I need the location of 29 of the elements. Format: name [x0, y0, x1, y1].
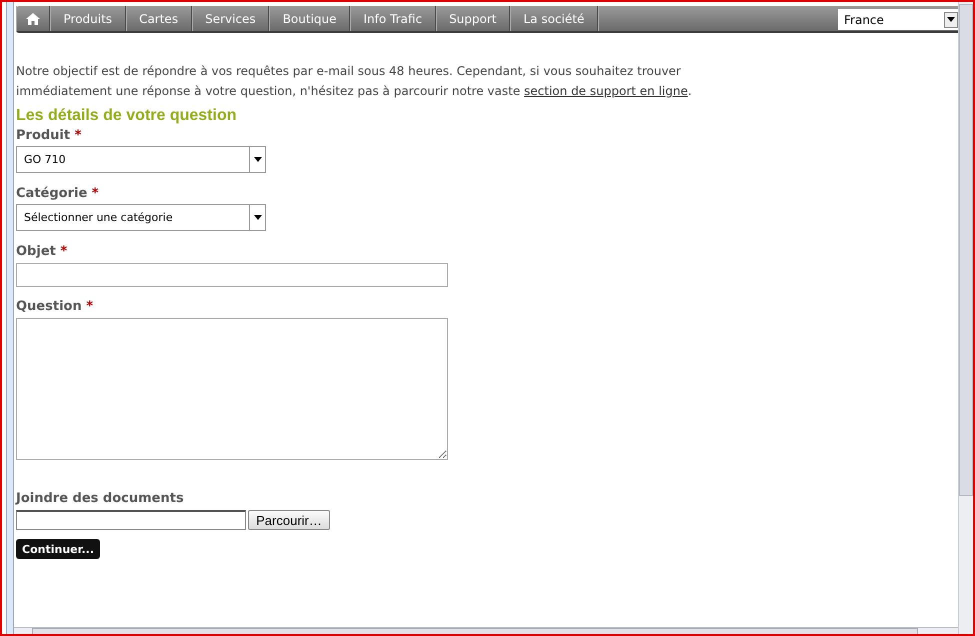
- dropdown-field[interactable]: Sélectionner une catégorie: [16, 204, 266, 231]
- country-dropdown[interactable]: France: [838, 9, 958, 30]
- nav-tab[interactable]: Info Trafic: [350, 6, 436, 31]
- home-tab[interactable]: [16, 6, 50, 31]
- field-label: Catégorie *: [16, 185, 100, 203]
- browse-button[interactable]: Parcourir…: [248, 510, 330, 530]
- nav-tab[interactable]: Boutique: [269, 6, 350, 31]
- file-path-field[interactable]: [16, 510, 246, 530]
- nav-tab[interactable]: Support: [436, 6, 510, 31]
- horizontal-scrollbar[interactable]: [14, 627, 958, 634]
- home-icon: [26, 12, 40, 24]
- nav-tab[interactable]: Cartes: [126, 6, 192, 31]
- caret-icon: [254, 215, 262, 220]
- caret-icon: [254, 157, 262, 162]
- field-label: Objet *: [16, 243, 68, 261]
- nav-tab[interactable]: Services: [192, 6, 270, 31]
- continue-button[interactable]: Continuer...: [16, 539, 100, 559]
- input-field[interactable]: [16, 263, 448, 287]
- caret-icon: [947, 17, 955, 22]
- field-label: Joindre des documents: [16, 490, 185, 508]
- vertical-scrollbar[interactable]: [958, 2, 973, 634]
- intro-paragraph: Notre objectif est de répondre à vos requêtes par e-mail sous 48 heures. Cependant, si vous souhaitez trouver immédiatement une réponse à votre question, n'hésitez pas à parcourir notre vaste section de support en ligne.: [16, 63, 693, 100]
- dropdown-field[interactable]: GO 710: [16, 146, 266, 173]
- nav-tab[interactable]: Produits: [50, 6, 126, 31]
- field-label: Question *: [16, 298, 94, 316]
- field-label: Produit *: [16, 127, 82, 145]
- section-title: Les détails de votre question: [16, 106, 238, 126]
- support-link[interactable]: section de support en ligne: [524, 84, 688, 98]
- nav-tab[interactable]: La société: [510, 6, 598, 31]
